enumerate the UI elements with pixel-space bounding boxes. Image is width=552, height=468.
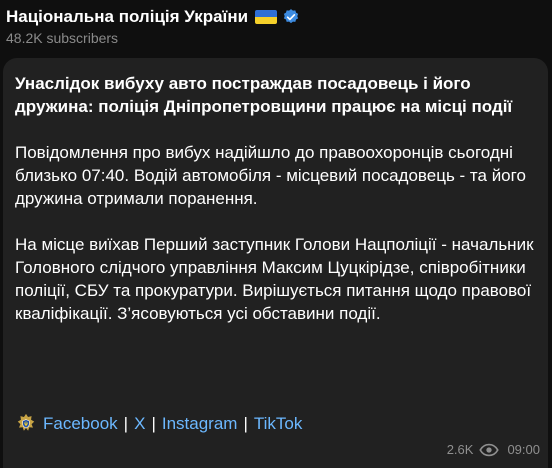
verified-icon [283,9,299,24]
instagram-link[interactable]: Instagram [162,412,238,435]
message-headline: Унаслідок вибуху авто постраждав посадов… [15,74,513,116]
channel-header[interactable]: Національна поліція України 48.2K subscr… [6,6,300,47]
message-bubble: Унаслідок вибуху авто постраждав посадов… [3,58,548,468]
channel-title[interactable]: Національна поліція України [6,6,248,28]
message-paragraph: На місце виїхав Перший заступник Голови … [15,235,534,323]
ukraine-flag-icon [255,10,278,24]
channel-title-row[interactable]: Національна поліція України [6,6,300,28]
facebook-link[interactable]: Facebook [43,412,118,435]
link-separator: | [123,414,129,433]
x-link[interactable]: X [134,412,145,435]
message-paragraph: Повідомлення про вибух надійшло до право… [15,143,526,208]
tiktok-link[interactable]: TikTok [254,412,303,435]
eye-icon [479,443,500,456]
subscriber-count: 48.2K subscribers [6,30,119,46]
link-separator: | [243,414,248,433]
view-count: 2.6K [446,442,474,457]
message-time: 09:00 [507,442,540,457]
message-text: Унаслідок вибуху авто постраждав посадов… [15,72,540,325]
police-badge-icon [17,413,35,431]
social-links: Facebook | X | Instagram | TikTok [15,412,302,435]
message-meta: 2.6K 09:00 [447,442,540,457]
link-separator: | [151,414,156,433]
